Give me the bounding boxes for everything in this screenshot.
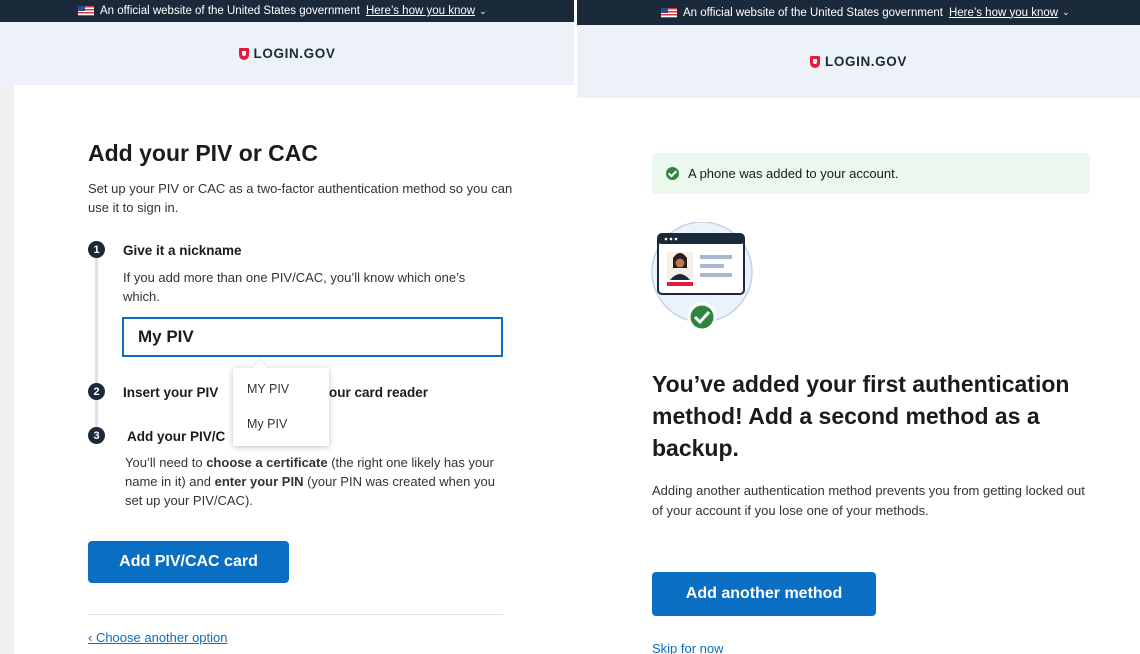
step-connector xyxy=(95,257,98,427)
step-3-title: Add your PIV/C xyxy=(127,429,226,444)
gov-banner-text: An official website of the United States… xyxy=(683,6,943,19)
login-shield-icon xyxy=(238,47,249,60)
login-shield-icon xyxy=(810,55,821,68)
skip-for-now-link[interactable]: Skip for now xyxy=(652,641,724,654)
left-screenshot: An official website of the United States… xyxy=(0,0,574,654)
gov-banner-text: An official website of the United States… xyxy=(100,5,360,17)
step-2-number: 2 xyxy=(88,383,105,400)
step-3-text-part: You’ll need to xyxy=(125,455,207,470)
autocomplete-option[interactable]: My PIV xyxy=(247,417,287,431)
step-3-emphasis-pin: enter your PIN xyxy=(214,474,304,489)
login-gov-logo[interactable]: LOGIN.GOV xyxy=(810,54,907,69)
success-heading: You’ve added your first authentication m… xyxy=(652,371,1070,461)
step-2-title-end: our card reader xyxy=(329,385,429,400)
success-alert: A phone was added to your account. xyxy=(652,153,1090,194)
login-gov-logo[interactable]: LOGIN.GOV xyxy=(238,46,336,61)
step-2-title-start: Insert your PIV xyxy=(123,385,219,400)
step-3-number: 3 xyxy=(88,427,105,444)
step-3-text: You’ll need to choose a certificate (the… xyxy=(125,453,505,510)
site-header: LOGIN.GOV xyxy=(577,25,1140,98)
check-circle-icon xyxy=(666,167,679,180)
intro-text: Set up your PIV or CAC as a two-factor a… xyxy=(88,181,513,215)
alert-text: A phone was added to your account. xyxy=(688,166,899,181)
content-card: Add your PIV or CAC Set up your PIV or C… xyxy=(14,85,574,654)
chevron-down-icon[interactable]: ⌄ xyxy=(479,6,487,17)
success-description: Adding another authentication method pre… xyxy=(652,483,1085,518)
us-flag-icon xyxy=(661,7,677,18)
gov-banner: An official website of the United States… xyxy=(577,0,1140,25)
step-1-number: 1 xyxy=(88,241,105,258)
add-another-method-button[interactable]: Add another method xyxy=(652,572,876,616)
nickname-input[interactable] xyxy=(122,317,503,357)
autocomplete-dropdown: MY PIV My PIV xyxy=(233,368,329,446)
page-title: Add your PIV or CAC xyxy=(88,140,319,166)
right-screenshot: An official website of the United States… xyxy=(577,0,1140,654)
id-card-illustration xyxy=(651,222,753,332)
step-1-text: If you add more than one PIV/CAC, you’ll… xyxy=(123,270,466,304)
logo-text: LOGIN.GOV xyxy=(253,46,336,61)
heres-how-you-know-link[interactable]: Here’s how you know xyxy=(366,5,475,17)
add-piv-cac-button[interactable]: Add PIV/CAC card xyxy=(88,541,289,583)
step-3-emphasis-certificate: choose a certificate xyxy=(206,455,328,470)
step-1-title: Give it a nickname xyxy=(123,243,242,258)
gov-banner: An official website of the United States… xyxy=(0,0,574,22)
logo-text: LOGIN.GOV xyxy=(825,54,907,69)
divider xyxy=(88,614,503,615)
choose-another-option-link[interactable]: ‹ Choose another option xyxy=(88,630,227,645)
us-flag-icon xyxy=(78,6,94,16)
chevron-down-icon[interactable]: ⌄ xyxy=(1062,7,1070,18)
heres-how-you-know-link[interactable]: Here’s how you know xyxy=(949,7,1058,19)
site-header: LOGIN.GOV xyxy=(0,22,574,85)
autocomplete-option[interactable]: MY PIV xyxy=(247,382,289,396)
